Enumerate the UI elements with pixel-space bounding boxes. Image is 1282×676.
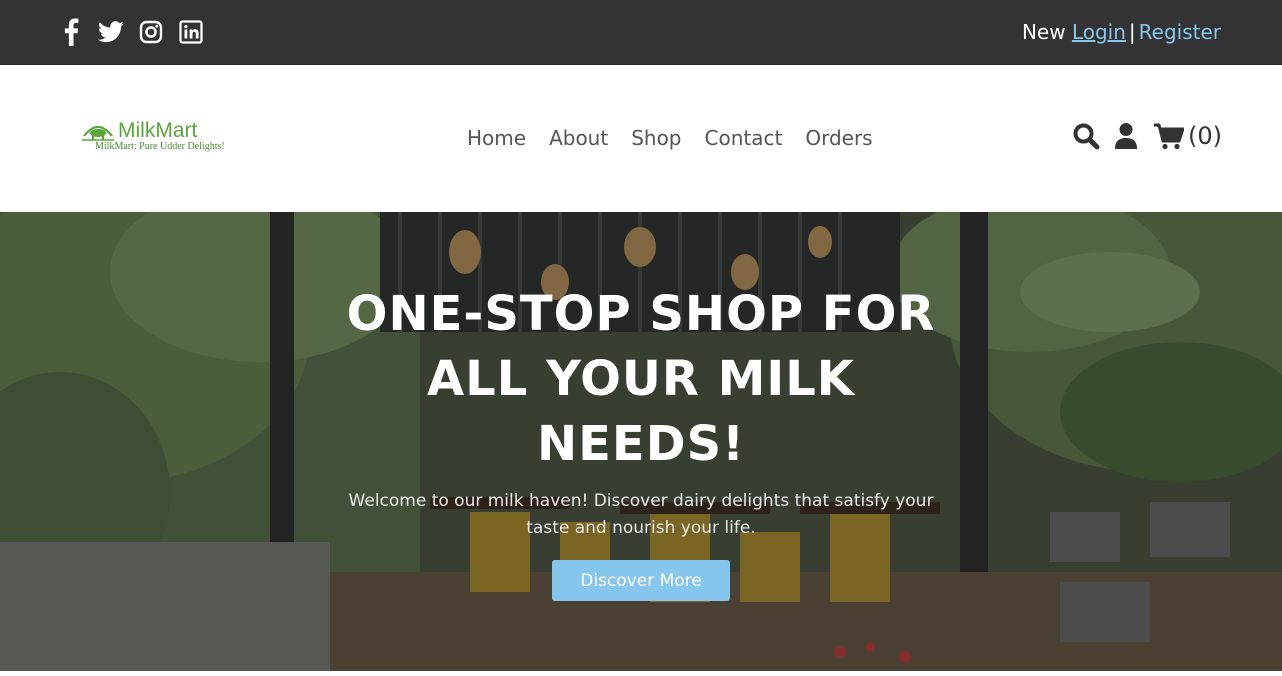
nav-contact[interactable]: Contact — [705, 126, 783, 150]
main-nav: Home About Shop Contact Orders — [467, 126, 873, 150]
social-links — [58, 18, 204, 46]
site-logo[interactable]: MilkMart MilkMart: Pure Udder Delights! — [82, 117, 242, 157]
top-bar: New Login | Register — [0, 0, 1282, 65]
header-actions: (0) — [1072, 122, 1222, 150]
auth-links: New Login | Register — [1022, 20, 1221, 44]
login-link[interactable]: Login — [1072, 20, 1126, 44]
register-link[interactable]: Register — [1139, 20, 1221, 44]
hero-banner: ONE-STOP SHOP FOR ALL YOUR MILK NEEDS! W… — [0, 212, 1282, 671]
nav-about[interactable]: About — [549, 126, 608, 150]
nav-shop[interactable]: Shop — [631, 126, 681, 150]
nav-home[interactable]: Home — [467, 126, 526, 150]
instagram-icon[interactable] — [138, 18, 164, 46]
cow-logo-icon — [82, 125, 114, 141]
cart-icon — [1154, 123, 1184, 150]
logo-brand: MilkMart — [118, 119, 198, 142]
cart-count: (0) — [1188, 122, 1222, 150]
user-icon[interactable] — [1114, 122, 1138, 150]
cart-button[interactable]: (0) — [1154, 122, 1222, 150]
search-icon[interactable] — [1072, 122, 1100, 150]
auth-separator: | — [1128, 20, 1136, 44]
hero-title: ONE-STOP SHOP FOR ALL YOUR MILK NEEDS! — [346, 286, 936, 472]
auth-prefix: New — [1021, 20, 1066, 44]
logo-tagline: MilkMart: Pure Udder Delights! — [95, 141, 225, 152]
linkedin-icon[interactable] — [178, 18, 204, 46]
nav-orders[interactable]: Orders — [805, 126, 872, 150]
twitter-icon[interactable] — [98, 18, 124, 46]
main-header: MilkMart MilkMart: Pure Udder Delights! … — [0, 65, 1282, 212]
discover-more-button[interactable]: Discover More — [552, 560, 730, 601]
hero-subtitle: Welcome to our milk haven! Discover dair… — [348, 491, 934, 538]
facebook-icon[interactable] — [58, 18, 84, 46]
